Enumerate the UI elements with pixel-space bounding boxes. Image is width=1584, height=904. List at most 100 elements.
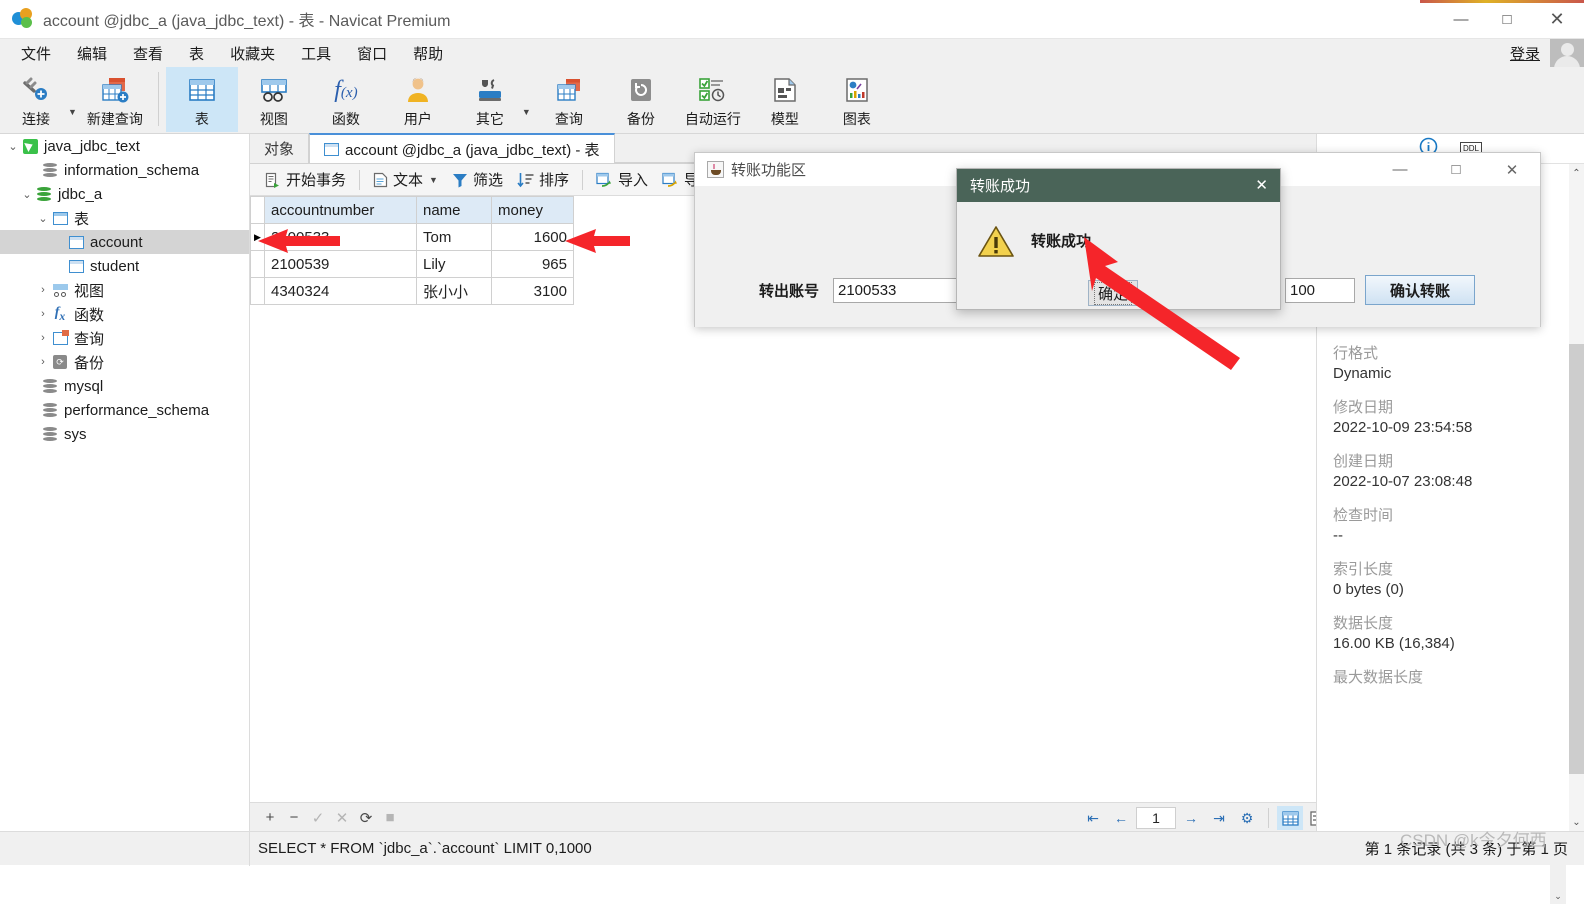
maximize-icon[interactable]: □ — [1484, 0, 1530, 39]
close-icon[interactable]: ✕ — [1255, 176, 1268, 194]
cell-name[interactable]: Tom — [416, 223, 492, 251]
cell-accountnumber[interactable]: 2100539 — [264, 250, 417, 278]
ribbon-connection-button[interactable]: 连接 — [0, 67, 72, 132]
table-row[interactable]: ▶ 2100533 Tom 1600 — [250, 223, 574, 251]
cell-money[interactable]: 1600 — [491, 223, 574, 251]
ribbon-table-button[interactable]: 表 — [165, 67, 238, 132]
chevron-right-icon[interactable]: › — [36, 356, 50, 368]
filter-button[interactable]: 筛选 — [445, 167, 510, 193]
ribbon-query-button[interactable]: 查询 — [533, 67, 605, 132]
tree-node-tables-folder[interactable]: ⌄ 表 — [0, 206, 249, 230]
tree-node-backups[interactable]: › ⟳ 备份 — [0, 350, 249, 374]
menu-item-help[interactable]: 帮助 — [400, 40, 456, 67]
column-header-name[interactable]: name — [416, 196, 492, 224]
apply-change-button[interactable]: ✓ — [306, 809, 330, 827]
menu-item-table[interactable]: 表 — [176, 40, 217, 67]
ribbon-model-button[interactable]: 模型 — [749, 67, 821, 132]
column-header-accountnumber[interactable]: accountnumber — [264, 196, 417, 224]
minimize-icon[interactable]: — — [1438, 0, 1484, 39]
menu-item-file[interactable]: 文件 — [8, 40, 64, 67]
delete-record-button[interactable]: − — [282, 809, 306, 826]
tree-node-sys[interactable]: sys — [0, 422, 249, 446]
cell-name[interactable]: 张小小 — [416, 277, 492, 305]
chevron-right-icon[interactable]: › — [36, 284, 50, 296]
ribbon-chart-button[interactable]: 图表 — [821, 67, 893, 132]
scroll-down-icon[interactable]: ⌄ — [1569, 813, 1584, 831]
close-icon[interactable]: ✕ — [1484, 153, 1540, 186]
login-link[interactable]: 登录 — [1510, 43, 1540, 64]
table-icon — [324, 142, 340, 156]
tree-node-queries[interactable]: › 查询 — [0, 326, 249, 350]
ok-button[interactable]: 确定 — [1088, 280, 1138, 306]
text-button[interactable]: 文本 ▼ — [366, 167, 445, 193]
ribbon-new-query-button[interactable]: 新建查询 — [79, 67, 151, 132]
next-page-icon[interactable]: → — [1178, 810, 1204, 826]
account-table[interactable]: accountnumber name money ▶ 2100533 Tom 1… — [250, 196, 574, 305]
tree-node-jdbc-a[interactable]: ⌄ jdbc_a — [0, 182, 249, 206]
prev-page-icon[interactable]: ← — [1108, 810, 1134, 826]
confirm-transfer-button[interactable]: 确认转账 — [1365, 275, 1475, 305]
cell-money[interactable]: 3100 — [491, 277, 574, 305]
chevron-down-icon[interactable]: ▼ — [429, 175, 438, 185]
chevron-down-icon[interactable]: ⌄ — [20, 188, 34, 201]
navigation-sidebar[interactable]: ⌄ java_jdbc_text information_schema ⌄ jd… — [0, 134, 250, 831]
tab-account-table[interactable]: account @jdbc_a (java_jdbc_text) - 表 — [309, 133, 615, 163]
cell-money[interactable]: 965 — [491, 250, 574, 278]
grid-view-icon[interactable] — [1277, 806, 1303, 830]
menu-item-edit[interactable]: 编辑 — [64, 40, 120, 67]
menu-item-favorites[interactable]: 收藏夹 — [217, 40, 288, 67]
gear-icon[interactable]: ⚙ — [1234, 810, 1260, 827]
tab-objects[interactable]: 对象 — [250, 134, 310, 163]
chevron-right-icon[interactable]: › — [36, 332, 50, 344]
page-number-input[interactable]: 1 — [1136, 807, 1176, 829]
info-panel-scrollbar[interactable]: ⌃ ⌄ — [1569, 164, 1584, 831]
last-page-icon[interactable]: ⇥ — [1206, 810, 1232, 827]
stop-button[interactable]: ■ — [378, 809, 402, 826]
maximize-icon[interactable]: □ — [1428, 153, 1484, 186]
import-button[interactable]: 导入 — [589, 167, 655, 193]
ribbon-automation-button[interactable]: 自动运行 — [677, 67, 749, 132]
close-icon[interactable]: ✕ — [1530, 0, 1584, 39]
connection-dropdown-icon[interactable]: ▼ — [68, 107, 77, 117]
cell-name[interactable]: Lily — [416, 250, 492, 278]
refresh-button[interactable]: ⟳ — [354, 809, 378, 827]
begin-transaction-button[interactable]: 开始事务 — [258, 167, 353, 193]
cancel-change-button[interactable]: ✕ — [330, 809, 354, 827]
cell-accountnumber[interactable]: 4340324 — [264, 277, 417, 305]
chevron-down-icon[interactable]: ⌄ — [6, 140, 20, 153]
chevron-down-icon[interactable]: ⌄ — [36, 212, 50, 225]
scrollbar-thumb[interactable] — [1569, 344, 1584, 774]
table-row[interactable]: 4340324 张小小 3100 — [250, 277, 574, 305]
tree-node-functions[interactable]: › fx 函数 — [0, 302, 249, 326]
scroll-down-icon[interactable]: ⌄ — [1550, 888, 1566, 904]
ribbon-function-button[interactable]: f(x) 函数 — [310, 67, 382, 132]
ribbon-view-button[interactable]: 视图 — [238, 67, 310, 132]
tree-node-views[interactable]: › 视图 — [0, 278, 249, 302]
ribbon-backup-button[interactable]: 备份 — [605, 67, 677, 132]
transfer-success-dialog[interactable]: 转账成功 ✕ 转账成功 确定 — [956, 168, 1281, 310]
sort-button[interactable]: 排序 — [510, 167, 576, 193]
tree-node-mysql[interactable]: mysql — [0, 374, 249, 398]
cell-accountnumber[interactable]: 2100533 — [264, 223, 417, 251]
tree-node-java-jdbc-text[interactable]: ⌄ java_jdbc_text — [0, 134, 249, 158]
ribbon-other-button[interactable]: 其它 — [454, 67, 526, 132]
tree-node-information-schema[interactable]: information_schema — [0, 158, 249, 182]
column-header-money[interactable]: money — [491, 196, 574, 224]
menu-item-tools[interactable]: 工具 — [288, 40, 344, 67]
other-tools-icon — [476, 73, 504, 107]
other-dropdown-icon[interactable]: ▼ — [522, 107, 531, 117]
add-record-button[interactable]: + — [258, 809, 282, 826]
scroll-up-icon[interactable]: ⌃ — [1569, 164, 1584, 182]
amount-input[interactable]: 100 — [1285, 278, 1355, 303]
menu-item-view[interactable]: 查看 — [120, 40, 176, 67]
ribbon-user-button[interactable]: 用户 — [382, 67, 454, 132]
tree-node-student[interactable]: student — [0, 254, 249, 278]
chevron-right-icon[interactable]: › — [36, 308, 50, 320]
table-row[interactable]: 2100539 Lily 965 — [250, 250, 574, 278]
tree-node-account[interactable]: account — [0, 230, 249, 254]
tree-node-performance-schema[interactable]: performance_schema — [0, 398, 249, 422]
menu-item-window[interactable]: 窗口 — [344, 40, 400, 67]
first-page-icon[interactable]: ⇤ — [1080, 810, 1106, 827]
user-avatar-icon[interactable] — [1550, 39, 1584, 67]
minimize-icon[interactable]: — — [1372, 153, 1428, 186]
